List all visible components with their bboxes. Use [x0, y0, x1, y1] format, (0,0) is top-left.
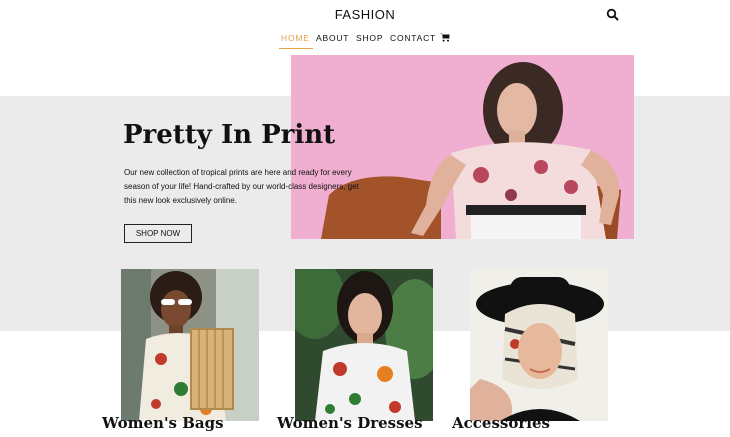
cart-icon[interactable]	[440, 33, 450, 42]
site-logo[interactable]: FASHION	[0, 7, 730, 22]
nav-active-underline	[279, 48, 313, 49]
nav-home[interactable]: HOME	[281, 33, 310, 43]
nav-contact[interactable]: CONTACT	[390, 33, 436, 43]
category-label-bags[interactable]: Women's Bags	[102, 414, 224, 432]
category-label-dresses[interactable]: Women's Dresses	[277, 414, 423, 432]
hero-title: Pretty In Print	[123, 120, 336, 150]
category-label-accessories[interactable]: Accessories	[452, 414, 550, 432]
search-icon[interactable]	[606, 8, 620, 22]
main-nav: HOME ABOUT SHOP CONTACT	[0, 33, 730, 53]
hero-description: Our new collection of tropical prints ar…	[124, 168, 359, 205]
category-card-bags[interactable]	[121, 269, 259, 421]
category-card-accessories[interactable]	[470, 269, 608, 421]
category-card-dresses[interactable]	[295, 269, 433, 421]
hero-image	[291, 55, 634, 239]
nav-about[interactable]: ABOUT	[316, 33, 349, 43]
nav-shop[interactable]: SHOP	[356, 33, 383, 43]
shop-now-button[interactable]: SHOP NOW	[124, 224, 192, 243]
